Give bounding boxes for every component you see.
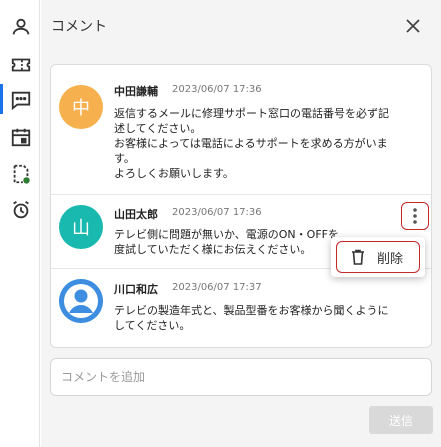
sidebar-item-calendar[interactable] bbox=[8, 124, 34, 150]
comment-author: 中田謙輔 bbox=[114, 85, 158, 98]
comment-icon bbox=[11, 91, 31, 111]
comment-line: 述してください。 bbox=[114, 122, 202, 135]
comment-time: 2023/06/07 17:37 bbox=[172, 282, 262, 293]
comment-panel: コメント 中 中田謙輔 2023/06/07 17:36 返信するメールに修理サ… bbox=[41, 0, 441, 447]
task-status-icon bbox=[13, 164, 30, 184]
delete-label: 削除 bbox=[377, 251, 404, 267]
person-icon bbox=[12, 18, 30, 35]
panel-title: コメント bbox=[51, 19, 107, 35]
comment-input[interactable] bbox=[51, 359, 431, 395]
avatar: 中 bbox=[59, 85, 103, 129]
comment-author: 川口和広 bbox=[114, 283, 158, 296]
sidebar-item-comments[interactable] bbox=[8, 87, 34, 113]
avatar bbox=[59, 279, 103, 323]
sidebar-item-alarm[interactable] bbox=[8, 197, 34, 223]
avatar-initial: 山 bbox=[72, 218, 90, 239]
comment-input-box bbox=[50, 358, 432, 396]
more-vertical-icon bbox=[413, 208, 417, 224]
comment-line: 返信するメールに修理サポート窓口の電話番号を必ず記 bbox=[114, 107, 389, 120]
comment-line: してください。 bbox=[114, 319, 191, 332]
default-avatar-icon bbox=[59, 279, 103, 323]
ticket-icon bbox=[11, 58, 31, 72]
comment-divider bbox=[51, 194, 431, 195]
comment-time: 2023/06/07 17:36 bbox=[172, 207, 262, 218]
comment-more-button[interactable] bbox=[401, 202, 429, 230]
sidebar bbox=[0, 0, 40, 447]
close-icon bbox=[406, 19, 420, 33]
comment-author: 山田太郎 bbox=[114, 208, 158, 221]
sidebar-active-indicator bbox=[0, 84, 3, 114]
avatar-initial: 中 bbox=[72, 98, 90, 119]
trash-icon bbox=[352, 249, 364, 265]
close-button[interactable] bbox=[401, 14, 425, 38]
comment-body: テレビの製造年式と、製品型番をお客様から聞くように してください。 bbox=[114, 303, 414, 333]
sidebar-item-person[interactable] bbox=[8, 14, 34, 40]
sidebar-item-task-status[interactable] bbox=[8, 161, 34, 187]
alarm-icon bbox=[13, 200, 29, 219]
comment-list[interactable]: 中 中田謙輔 2023/06/07 17:36 返信するメールに修理サポート窓口… bbox=[50, 64, 432, 348]
send-button[interactable]: 送信 bbox=[369, 406, 433, 434]
comment-line: す。 bbox=[114, 152, 135, 165]
comment-time: 2023/06/07 17:36 bbox=[172, 84, 262, 95]
sidebar-item-ticket[interactable] bbox=[8, 52, 34, 78]
comment-context-menu: 削除 bbox=[331, 237, 425, 277]
comment-line: テレビの製造年式と、製品型番をお客様から聞くように bbox=[114, 304, 389, 317]
delete-menu-item[interactable]: 削除 bbox=[336, 241, 420, 273]
comment-body: 返信するメールに修理サポート窓口の電話番号を必ず記 述してください。 お客様によ… bbox=[114, 106, 414, 181]
comment-line: よろしくお願いします。 bbox=[114, 167, 234, 180]
comment-line: お客様によっては電話によるサポートを求める方がいま bbox=[114, 137, 388, 150]
avatar: 山 bbox=[59, 205, 103, 249]
calendar-icon bbox=[11, 128, 31, 147]
